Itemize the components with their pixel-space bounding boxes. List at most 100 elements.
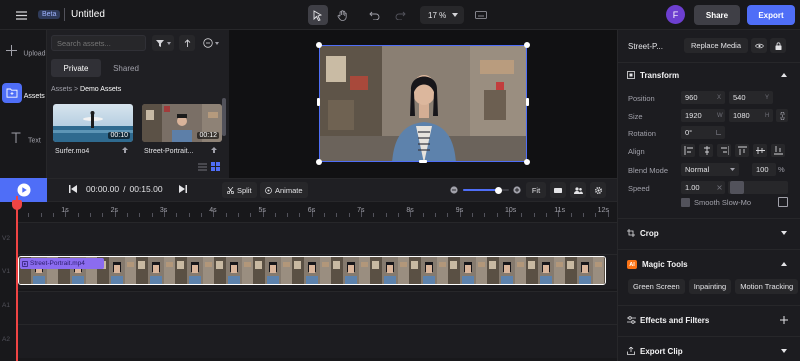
align-right-icon[interactable] [717, 144, 731, 157]
zoom-slider-knob[interactable] [495, 186, 503, 194]
track-v2[interactable] [16, 222, 617, 256]
multiply-icon [717, 185, 722, 190]
track-a2[interactable] [16, 324, 617, 358]
lock-button[interactable] [770, 38, 786, 53]
preview-video-frame[interactable] [319, 45, 527, 162]
chevron-down-icon [215, 41, 219, 45]
play-button[interactable] [0, 178, 47, 202]
zoom-in-icon[interactable] [513, 186, 521, 194]
project-title[interactable]: Untitled [71, 9, 105, 20]
visibility-button[interactable] [751, 38, 767, 53]
resize-handle-top-right[interactable] [524, 42, 530, 48]
ruler-tick [385, 213, 387, 217]
motion-tracking-button[interactable]: Motion Tracking [735, 279, 799, 294]
search-input[interactable] [51, 35, 146, 51]
align-bottom-icon[interactable] [771, 144, 785, 157]
resize-handle-bottom-right[interactable] [524, 159, 530, 165]
plus-icon[interactable] [780, 316, 788, 324]
link-icon [780, 111, 785, 120]
blend-mode-select[interactable]: Normal [681, 163, 739, 176]
smooth-slow-mo-checkbox[interactable] [778, 197, 788, 207]
track-a1[interactable] [16, 291, 617, 325]
collapse-caret-icon[interactable] [781, 262, 787, 266]
share-button[interactable]: Share [694, 5, 740, 25]
ruler-tick [533, 213, 535, 217]
resize-handle-right[interactable] [526, 98, 529, 106]
speed-label: Speed [628, 184, 650, 193]
align-middle-v-icon[interactable] [753, 144, 767, 157]
rail-item-assets[interactable]: Assets [0, 83, 47, 107]
avatar[interactable]: F [666, 5, 685, 24]
timeline-settings-button[interactable] [590, 182, 606, 198]
export-button[interactable]: Export [747, 5, 795, 25]
expand-caret-icon[interactable] [781, 349, 787, 353]
undo-icon[interactable] [364, 5, 384, 25]
crop-title[interactable]: Crop [640, 229, 659, 238]
timeline-zoom-slider[interactable] [463, 186, 509, 194]
resize-handle-bottom-left[interactable] [316, 159, 322, 165]
asset-thumbnail-street-portrait[interactable]: 00:12 [142, 104, 222, 142]
green-screen-button[interactable]: Green Screen [628, 279, 685, 294]
tab-shared[interactable]: Shared [101, 59, 151, 77]
export-clip-icon [627, 347, 635, 355]
magic-tools-title[interactable]: Magic Tools [642, 260, 688, 269]
skip-back-icon[interactable] [69, 185, 77, 193]
assets-scrollbar[interactable] [222, 98, 226, 136]
filter-button[interactable] [152, 35, 174, 51]
opacity-input[interactable]: 100 [752, 163, 776, 176]
tab-private[interactable]: Private [51, 59, 101, 77]
speed-slider-thumb[interactable] [730, 181, 744, 194]
hamburger-menu-icon[interactable] [12, 6, 30, 24]
collapse-caret-icon[interactable] [781, 73, 787, 77]
animate-button[interactable]: Animate [260, 182, 308, 198]
skip-forward-icon[interactable] [179, 185, 187, 193]
redo-icon[interactable] [390, 5, 410, 25]
ruler-tick [398, 213, 400, 217]
playhead[interactable] [16, 196, 18, 361]
zoom-out-icon[interactable] [450, 186, 458, 194]
track-height-button[interactable] [550, 182, 566, 198]
align-left-icon[interactable] [681, 144, 695, 157]
more-options-button[interactable] [203, 35, 219, 51]
align-top-icon[interactable] [735, 144, 749, 157]
zoom-value: 17 % [428, 10, 447, 20]
ruler-label: 6s [307, 207, 316, 214]
breadcrumb-root[interactable]: Assets [51, 86, 72, 93]
select-tool-icon[interactable] [308, 5, 328, 25]
ruler-tick [188, 213, 190, 217]
fit-button[interactable]: Fit [526, 182, 546, 198]
split-button[interactable]: Split [222, 182, 257, 198]
aspect-lock-button[interactable] [776, 109, 788, 122]
playhead-handle[interactable] [12, 200, 22, 210]
video-clip[interactable] [18, 256, 606, 285]
zoom-dropdown[interactable]: 17 % [420, 6, 464, 24]
inpainting-button[interactable]: Inpainting [688, 279, 732, 294]
expand-caret-icon[interactable] [781, 231, 787, 235]
export-clip-title[interactable]: Export Clip [640, 347, 683, 356]
sort-button[interactable] [179, 35, 195, 51]
resize-handle-left[interactable] [317, 98, 320, 106]
rail-item-upload[interactable]: Upload [0, 40, 47, 64]
zoom-slider-fill [463, 189, 499, 191]
rail-item-text[interactable]: Text [0, 127, 47, 151]
clip-frame [604, 257, 605, 284]
keyboard-shortcuts-icon[interactable] [471, 5, 491, 25]
divider [618, 218, 800, 219]
speed-slider[interactable] [728, 181, 788, 194]
clip-frame [487, 257, 526, 284]
hand-tool-icon[interactable] [332, 5, 352, 25]
list-view-icon[interactable] [198, 163, 207, 171]
collaborators-button[interactable] [570, 182, 586, 198]
grid-view-icon[interactable] [211, 162, 220, 171]
asset-thumbnail-surfer[interactable]: 00:10 [53, 104, 133, 142]
size-label: Size [628, 112, 643, 121]
resize-handle-bottom[interactable] [419, 160, 427, 163]
replace-media-button[interactable]: Replace Media [684, 38, 748, 53]
effects-filters-title[interactable]: Effects and Filters [640, 316, 709, 325]
align-center-h-icon[interactable] [699, 144, 713, 157]
left-rail: Upload Assets Text [0, 30, 47, 178]
ruler-tick [570, 213, 572, 217]
resize-handle-top-left[interactable] [316, 42, 322, 48]
asset-tabs: Private Shared [51, 59, 223, 77]
gear-icon [594, 186, 603, 195]
